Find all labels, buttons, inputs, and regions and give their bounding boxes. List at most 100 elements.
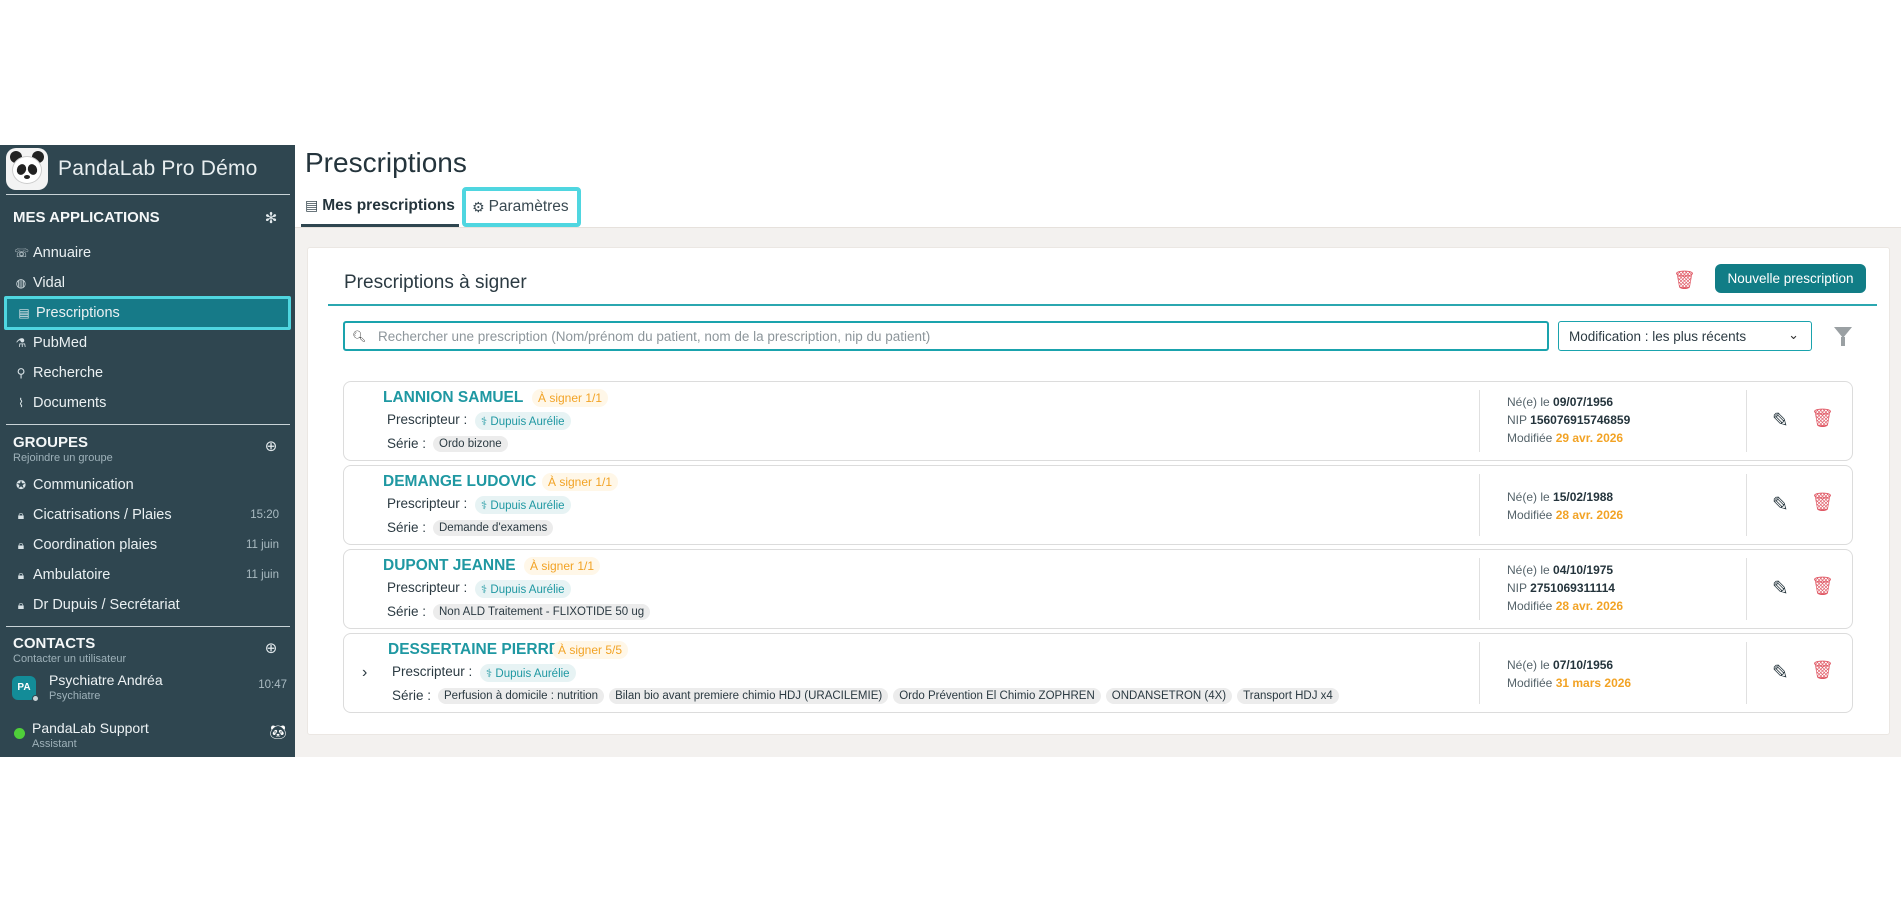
prescription-row[interactable]: DUPONT JEANNE À signer 1/1 Prescripteur … <box>343 549 1853 629</box>
tab-mes-prescriptions[interactable]: ▤ Mes prescriptions <box>301 187 459 227</box>
sidebar-item-label: Vidal <box>33 275 65 291</box>
edit-pencil-icon[interactable]: ✎ <box>1772 492 1789 517</box>
search-icon: 🔍︎ <box>352 330 366 343</box>
app-window: PandaLab Pro Démo MES APPLICATIONS ✻ ☏ A… <box>0 145 1901 757</box>
patient-name[interactable]: DESSERTAINE PIERRE <box>388 641 559 659</box>
sidebar-item-prescriptions[interactable]: ▤ Prescriptions <box>4 296 291 330</box>
group-label: Coordination plaies <box>33 537 158 553</box>
add-group-icon[interactable]: ⊕ <box>263 439 279 455</box>
prescription-icon: ▤ <box>18 306 30 320</box>
group-item-communication[interactable]: ✪ Communication <box>4 471 291 499</box>
edit-pencil-icon[interactable]: ✎ <box>1772 576 1789 601</box>
brand-header[interactable]: PandaLab Pro Démo <box>0 145 295 193</box>
series-chip: Transport HDJ x4 <box>1237 688 1339 704</box>
series-chip: Non ALD Traitement - FLIXOTIDE 50 ug <box>433 604 651 620</box>
series-chip: Perfusion à domicile : nutrition <box>438 688 605 704</box>
nip: NIP 2751069311114 <box>1507 581 1615 595</box>
sidebar-item-vidal[interactable]: ◍ Vidal <box>4 269 291 297</box>
online-status-dot <box>14 728 25 739</box>
divider <box>6 626 290 627</box>
contact-time: 10:47 <box>258 679 287 691</box>
contact-item-support[interactable]: PandaLab Support Assistant 🐼︎ <box>12 718 287 754</box>
sidebar-item-annuaire[interactable]: ☏ Annuaire <box>4 239 291 267</box>
contact-role: Psychiatre <box>49 690 101 702</box>
series-label: Série : <box>387 436 427 451</box>
paperclip-icon: ⌇ <box>18 396 24 410</box>
sidebar-item-label: PubMed <box>33 335 88 351</box>
prescriptions-card: Prescriptions à signer 🗑︎ Nouvelle presc… <box>307 247 1890 735</box>
group-time: 15:20 <box>250 509 279 521</box>
status-badge: À signer 1/1 <box>524 557 601 575</box>
birth-date: Né(e) le 07/10/1956 <box>1507 658 1614 672</box>
prescription-row[interactable]: DEMANGE LUDOVIC À signer 1/1 Prescripteu… <box>343 465 1853 545</box>
search-placeholder: Rechercher une prescription (Nom/prénom … <box>377 328 931 344</box>
pill-icon: ◍ <box>15 276 27 290</box>
contact-item[interactable]: PA Psychiatre Andréa Psychiatre 10:47 <box>12 670 287 706</box>
delete-trash-icon[interactable]: 🗑︎ <box>1811 492 1834 513</box>
patient-name[interactable]: DUPONT JEANNE <box>383 557 516 575</box>
contact-name: PandaLab Support <box>32 720 149 736</box>
prescription-row[interactable]: LANNION SAMUEL À signer 1/1 Prescripteur… <box>343 381 1853 461</box>
prescriber-chip: ⚕ Dupuis Aurélie <box>475 412 571 430</box>
edit-pencil-icon[interactable]: ✎ <box>1772 408 1789 433</box>
chevron-right-icon[interactable]: › <box>362 664 367 682</box>
status-badge: À signer 1/1 <box>532 389 609 407</box>
modified-date: Modifiée 28 avr. 2026 <box>1507 508 1624 522</box>
lock-icon: 🔒︎ <box>17 537 25 552</box>
tab-label: Mes prescriptions <box>322 196 455 214</box>
sidebar-item-label: Prescriptions <box>36 305 120 321</box>
prescription-row[interactable]: › DESSERTAINE PIERRE À signer 5/5 Prescr… <box>343 633 1853 713</box>
birth-date: Né(e) le 09/07/1956 <box>1507 395 1614 409</box>
sidebar-item-documents[interactable]: ⌇ Documents <box>4 389 291 417</box>
tab-bar: ▤ Mes prescriptions ⚙ Paramètres <box>295 187 1901 227</box>
delete-trash-icon[interactable]: 🗑︎ <box>1811 660 1834 681</box>
group-item-cicatrisations[interactable]: 🔒︎ Cicatrisations / Plaies 15:20 <box>4 501 291 529</box>
modified-date: Modifiée 31 mars 2026 <box>1507 676 1632 690</box>
delete-trash-icon[interactable]: 🗑︎ <box>1811 408 1834 429</box>
prescriber-chip: ⚕ Dupuis Aurélie <box>475 580 571 598</box>
status-badge: À signer 1/1 <box>542 473 619 491</box>
prescriber-chip: ⚕ Dupuis Aurélie <box>480 664 576 682</box>
edit-pencil-icon[interactable]: ✎ <box>1772 660 1789 685</box>
modified-date: Modifiée 29 avr. 2026 <box>1507 431 1624 445</box>
apps-header: MES APPLICATIONS <box>13 209 160 226</box>
sidebar-item-label: Recherche <box>33 365 104 381</box>
sort-select[interactable]: Modification : les plus récents ⌄ <box>1558 321 1812 351</box>
delete-trash-icon[interactable]: 🗑︎ <box>1811 576 1834 597</box>
phone-icon: ☏ <box>14 246 30 260</box>
page-title: Prescriptions <box>305 147 467 178</box>
tab-parametres[interactable]: ⚙ Paramètres <box>462 187 581 227</box>
group-time: 11 juin <box>245 569 279 581</box>
prescriber-label: Prescripteur : <box>387 580 468 595</box>
main-content: Prescriptions ▤ Mes prescriptions ⚙ Para… <box>295 145 1901 757</box>
search-input[interactable]: 🔍︎ Rechercher une prescription (Nom/prén… <box>343 321 1549 351</box>
groups-header: GROUPES <box>13 434 89 451</box>
series-chip: Ordo Prévention El Chimio ZOPHREN <box>893 688 1101 704</box>
trash-icon[interactable]: 🗑︎ <box>1673 270 1696 291</box>
search-icon: ⚲ <box>16 366 26 380</box>
group-label: Cicatrisations / Plaies <box>33 507 172 523</box>
patient-name[interactable]: DEMANGE LUDOVIC <box>383 473 536 491</box>
app-title: PandaLab Pro Démo <box>58 157 258 180</box>
prescriber-label: Prescripteur : <box>387 496 468 511</box>
divider <box>6 424 290 425</box>
presence-dot <box>32 695 39 702</box>
group-item-coordination[interactable]: 🔒︎ Coordination plaies 11 juin <box>4 531 291 559</box>
sidebar-item-pubmed[interactable]: ⚗ PubMed <box>4 329 291 357</box>
birth-date: Né(e) le 15/02/1988 <box>1507 490 1614 504</box>
settings-gear-icon[interactable]: ✻ <box>263 211 279 227</box>
group-item-ambulatoire[interactable]: 🔒︎ Ambulatoire 11 juin <box>4 561 291 589</box>
new-prescription-button[interactable]: Nouvelle prescription <box>1715 264 1866 293</box>
add-contact-icon[interactable]: ⊕ <box>263 641 279 657</box>
chevron-down-icon: ⌄ <box>1788 327 1799 342</box>
filter-icon[interactable] <box>1834 327 1852 346</box>
sidebar: PandaLab Pro Démo MES APPLICATIONS ✻ ☏ A… <box>0 145 295 757</box>
divider <box>328 304 1877 306</box>
panda-logo-icon <box>6 148 48 190</box>
group-item-dr-dupuis[interactable]: 🔒︎ Dr Dupuis / Secrétariat <box>4 591 291 619</box>
sidebar-item-recherche[interactable]: ⚲ Recherche <box>4 359 291 387</box>
sort-value: Modification : les plus récents <box>1569 328 1747 344</box>
contacts-subtitle: Contacter un utilisateur <box>13 653 127 665</box>
patient-name[interactable]: LANNION SAMUEL <box>383 389 523 407</box>
series-chip: Ordo bizone <box>433 436 508 452</box>
